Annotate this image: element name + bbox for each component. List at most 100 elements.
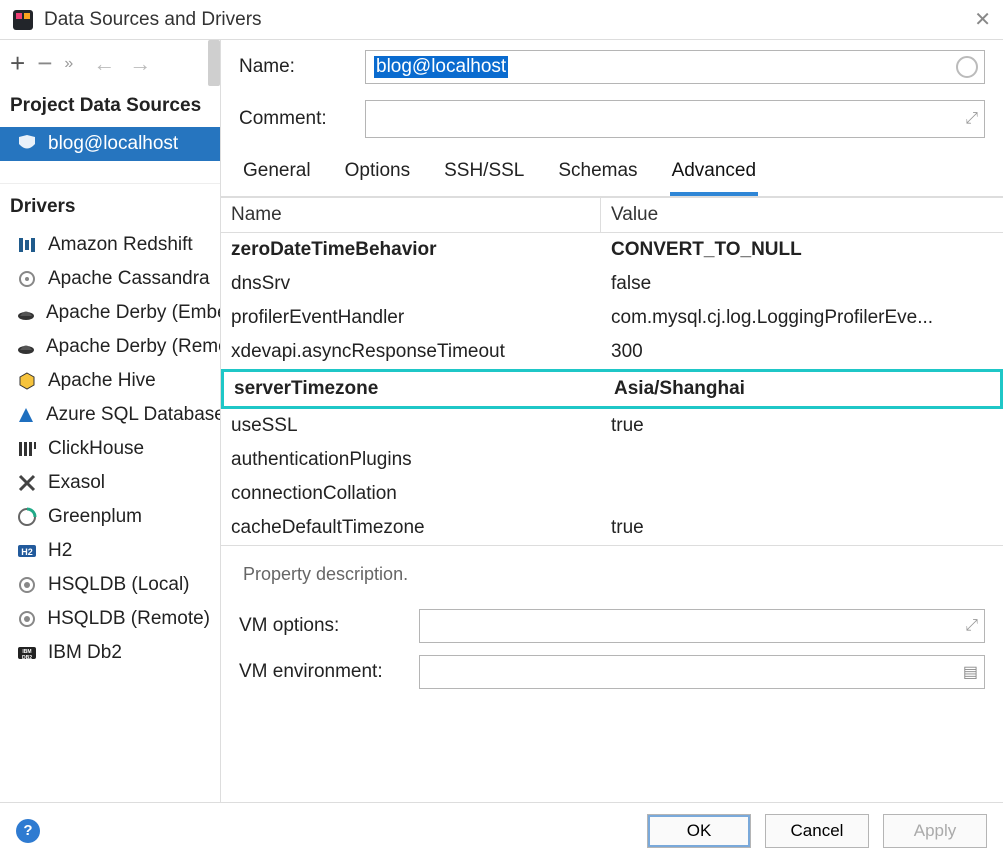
name-input[interactable]: blog@localhost — [365, 50, 985, 84]
driver-item[interactable]: Azure SQL Database — [0, 398, 220, 432]
driver-item[interactable]: ClickHouse — [0, 432, 220, 466]
greenplum-icon — [16, 506, 38, 528]
list-edit-icon[interactable]: ▤ — [963, 662, 978, 682]
driver-item[interactable]: H2 H2 — [0, 534, 220, 568]
comment-label: Comment: — [239, 108, 349, 130]
tab-advanced[interactable]: Advanced — [670, 154, 759, 196]
property-value[interactable]: CONVERT_TO_NULL — [601, 233, 1003, 267]
section-drivers: Drivers — [0, 190, 220, 228]
db2-icon: IBMDB2 — [16, 642, 38, 664]
driver-label: H2 — [48, 540, 72, 562]
sidebar: + − » ← → Project Data Sources blog@loca… — [0, 40, 221, 802]
mysql-icon — [16, 133, 38, 155]
property-name: profilerEventHandler — [221, 301, 601, 335]
add-icon[interactable]: + — [10, 48, 25, 79]
property-value[interactable]: com.mysql.cj.log.LoggingProfilerEve... — [601, 301, 1003, 335]
driver-item[interactable]: Amazon Redshift — [0, 228, 220, 262]
property-row[interactable]: zeroDateTimeBehaviorCONVERT_TO_NULL — [221, 233, 1003, 267]
expand-icon[interactable]: ⤢ — [965, 110, 978, 128]
vm-env-label: VM environment: — [239, 661, 409, 683]
driver-item[interactable]: Apache Derby (Embedded) — [0, 296, 220, 330]
tabs: General Options SSH/SSL Schemas Advanced — [221, 144, 1003, 197]
clickhouse-icon — [16, 438, 38, 460]
remove-icon[interactable]: − — [37, 48, 52, 79]
apply-button[interactable]: Apply — [883, 814, 987, 848]
color-picker-icon[interactable] — [956, 56, 978, 78]
property-row[interactable]: cacheDefaultTimezonetrue — [221, 511, 1003, 545]
sidebar-toolbar: + − » ← → — [0, 40, 220, 89]
properties-table: Name Value zeroDateTimeBehaviorCONVERT_T… — [221, 197, 1003, 545]
property-name: connectionCollation — [221, 477, 601, 511]
app-logo-icon — [12, 9, 34, 31]
driver-item[interactable]: Apache Hive — [0, 364, 220, 398]
driver-item[interactable]: HSQLDB (Local) — [0, 568, 220, 602]
property-value[interactable]: false — [601, 267, 1003, 301]
back-icon[interactable]: ← — [93, 51, 115, 77]
property-name: authenticationPlugins — [221, 443, 601, 477]
sidebar-scrollbar[interactable] — [208, 40, 220, 86]
driver-item[interactable]: Apache Derby (Remote) — [0, 330, 220, 364]
column-header-name[interactable]: Name — [221, 198, 601, 232]
column-header-value[interactable]: Value — [601, 198, 1003, 232]
forward-icon[interactable]: → — [129, 51, 151, 77]
svg-text:DB2: DB2 — [22, 655, 32, 661]
help-icon[interactable]: ? — [16, 819, 40, 843]
property-value[interactable] — [601, 477, 1003, 511]
tab-sshssl[interactable]: SSH/SSL — [442, 154, 526, 196]
vm-options-label: VM options: — [239, 615, 409, 637]
property-value[interactable] — [601, 443, 1003, 477]
close-icon[interactable]: ✕ — [974, 7, 991, 32]
driver-label: Apache Derby (Remote) — [46, 336, 220, 358]
footer: ? OK Cancel Apply — [0, 802, 1003, 858]
driver-item[interactable]: Apache Cassandra — [0, 262, 220, 296]
vm-options-field[interactable] — [428, 615, 965, 637]
tab-general[interactable]: General — [241, 154, 313, 196]
property-row[interactable]: serverTimezoneAsia/Shanghai — [221, 369, 1003, 409]
comment-input[interactable]: ⤢ — [365, 100, 985, 138]
property-row[interactable]: useSSLtrue — [221, 409, 1003, 443]
name-label: Name: — [239, 56, 349, 78]
tab-schemas[interactable]: Schemas — [556, 154, 639, 196]
driver-label: Azure SQL Database — [46, 404, 220, 426]
titlebar: Data Sources and Drivers ✕ — [0, 0, 1003, 40]
expand-icon[interactable]: ⤢ — [965, 617, 978, 635]
property-row[interactable]: dnsSrvfalse — [221, 267, 1003, 301]
window-title: Data Sources and Drivers — [44, 9, 262, 31]
property-row[interactable]: profilerEventHandlercom.mysql.cj.log.Log… — [221, 301, 1003, 335]
tab-options[interactable]: Options — [343, 154, 412, 196]
azure-icon — [16, 404, 36, 426]
vm-env-input[interactable]: ▤ — [419, 655, 985, 689]
driver-item[interactable]: Greenplum — [0, 500, 220, 534]
derby-icon — [16, 336, 36, 358]
property-name: useSSL — [221, 409, 601, 443]
datasource-item[interactable]: blog@localhost — [0, 127, 220, 161]
property-row[interactable]: connectionCollation — [221, 477, 1003, 511]
h2-icon: H2 — [16, 540, 38, 562]
more-icon[interactable]: » — [64, 55, 75, 73]
ok-button[interactable]: OK — [647, 814, 751, 848]
property-value[interactable]: true — [601, 409, 1003, 443]
svg-text:H2: H2 — [21, 547, 33, 557]
property-description: Property description. — [221, 545, 1003, 591]
cancel-button[interactable]: Cancel — [765, 814, 869, 848]
property-name: zeroDateTimeBehavior — [221, 233, 601, 267]
driver-item[interactable]: IBMDB2 IBM Db2 — [0, 636, 220, 670]
driver-item[interactable]: Exasol — [0, 466, 220, 500]
comment-input-field[interactable] — [374, 108, 965, 130]
property-row[interactable]: xdevapi.asyncResponseTimeout300 — [221, 335, 1003, 369]
property-value[interactable]: true — [601, 511, 1003, 545]
property-value[interactable]: 300 — [601, 335, 1003, 369]
vm-env-field[interactable] — [428, 661, 963, 683]
driver-item[interactable]: HSQLDB (Remote) — [0, 602, 220, 636]
hsqldb-icon — [16, 608, 37, 630]
datasource-label: blog@localhost — [48, 133, 178, 155]
property-row[interactable]: authenticationPlugins — [221, 443, 1003, 477]
main-panel: Name: blog@localhost Comment: ⤢ General O… — [221, 40, 1003, 802]
driver-label: ClickHouse — [48, 438, 144, 460]
property-name: cacheDefaultTimezone — [221, 511, 601, 545]
driver-label: IBM Db2 — [48, 642, 122, 664]
driver-label: Apache Cassandra — [48, 268, 210, 290]
cassandra-icon — [16, 268, 38, 290]
property-value[interactable]: Asia/Shanghai — [604, 372, 1000, 406]
vm-options-input[interactable]: ⤢ — [419, 609, 985, 643]
